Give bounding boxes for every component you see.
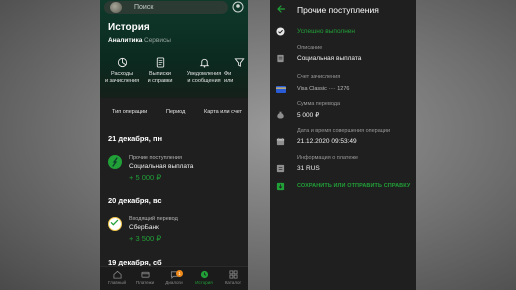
operation-details-screen: Прочие поступления Успешно выполнен Опис… xyxy=(270,0,416,290)
nav-catalog-label: Каталог xyxy=(224,280,242,285)
nav-payments[interactable]: Платежи xyxy=(131,270,159,285)
nav-payments-label: Платежи xyxy=(135,280,155,285)
transaction-name[interactable]: Социальная выплата xyxy=(129,163,193,170)
transaction-name[interactable]: СберБанк xyxy=(129,224,159,231)
transaction-category: Прочие поступления xyxy=(129,155,182,161)
nav-catalog[interactable]: Каталог xyxy=(219,270,247,285)
profile-icon[interactable] xyxy=(232,1,244,13)
document-icon xyxy=(277,54,284,63)
unread-badge: 1 xyxy=(176,270,183,277)
shortcut-filter-line1: Фи xyxy=(224,71,232,77)
shortcut-expenses-line2: и зачисления xyxy=(104,78,140,84)
check-circle-icon xyxy=(276,27,285,36)
status-text: Успешно выполнен xyxy=(297,28,356,35)
shortcut-expenses-line1: Расходы xyxy=(110,71,134,77)
transaction-icon xyxy=(108,217,122,231)
card-icon xyxy=(276,86,286,93)
filter-operation-type[interactable]: Тип операции xyxy=(112,109,147,115)
nav-dialogs-label: Диалоги xyxy=(165,280,183,285)
shortcut-filter[interactable]: Фи или xyxy=(224,57,248,85)
tab-analytics[interactable]: Аналитика xyxy=(108,37,142,44)
money-bag-icon xyxy=(277,111,284,119)
filter-period[interactable]: Период xyxy=(166,109,185,115)
shortcut-filter-line2: или xyxy=(224,78,234,84)
shortcut-statements[interactable]: Выписки и справки xyxy=(138,57,182,85)
field-label: Дата и время совершения операции xyxy=(297,128,391,134)
field-value[interactable]: Visa Classic ···· 1276 xyxy=(297,86,349,92)
download-icon[interactable] xyxy=(276,182,285,191)
field-label: Информация о платеже xyxy=(297,155,359,161)
filter-card-account[interactable]: Карта или счет xyxy=(204,109,242,115)
shortcut-statements-line1: Выписки xyxy=(149,71,171,77)
chart-circle-icon xyxy=(117,57,127,68)
nav-dialogs[interactable]: 1 Диалоги xyxy=(160,270,188,285)
sberbank-icon xyxy=(110,219,119,226)
info-icon xyxy=(276,164,285,173)
save-or-send-button[interactable]: СОХРАНИТЬ ИЛИ ОТПРАВИТЬ СПРАВКУ xyxy=(297,183,410,189)
document-icon xyxy=(156,57,164,68)
bell-icon xyxy=(199,58,209,68)
field-label: Сумма перевода xyxy=(297,101,341,107)
sparkle-icon xyxy=(112,157,118,167)
transaction-amount: + 5 000 ₽ xyxy=(129,173,162,182)
history-screen: Поиск История Аналитика Сервисы Расходы и… xyxy=(100,0,248,290)
nav-home-label: Главный xyxy=(108,280,126,285)
tab-services[interactable]: Сервисы xyxy=(144,37,171,44)
field-value: 21.12.2020 09:53:49 xyxy=(297,138,357,145)
home-icon xyxy=(112,270,122,279)
date-header: 20 декабря, вс xyxy=(108,196,162,205)
nav-history[interactable]: История xyxy=(190,270,218,285)
shortcut-notifications[interactable]: Уведомления и сообщения xyxy=(182,57,226,85)
transaction-category: Входящий перевод xyxy=(129,216,178,222)
search-bar[interactable]: Поиск xyxy=(104,1,228,14)
date-header: 21 декабря, пн xyxy=(108,134,163,143)
payments-icon xyxy=(140,271,150,278)
calendar-icon xyxy=(276,137,285,146)
field-value: Социальная выплата xyxy=(297,55,362,62)
nav-history-label: История xyxy=(195,280,213,285)
field-value: 5 000 ₽ xyxy=(297,112,320,119)
shortcut-notifications-line1: Уведомления xyxy=(186,71,222,77)
history-header: Поиск История Аналитика Сервисы Расходы и… xyxy=(100,0,248,98)
catalog-icon xyxy=(228,270,238,279)
search-placeholder: Поиск xyxy=(134,4,154,11)
nav-home[interactable]: Главный xyxy=(103,270,131,285)
clock-icon xyxy=(200,270,208,279)
page-title: История xyxy=(108,22,150,33)
transaction-icon xyxy=(108,155,122,169)
page-title: Прочие поступления xyxy=(297,5,379,15)
shortcut-notifications-line2: и сообщения xyxy=(187,78,221,84)
field-label: Счет зачисления xyxy=(297,74,341,80)
bottom-navigation: Главный Платежи 1 Диалоги История Катало… xyxy=(100,266,248,290)
shortcut-statements-line2: и справки xyxy=(147,78,173,84)
filter-icon xyxy=(233,58,245,67)
field-label: Описание xyxy=(297,45,323,51)
field-value: 31 RUS xyxy=(297,165,320,172)
transaction-amount: + 3 500 ₽ xyxy=(129,234,162,243)
back-arrow-icon[interactable] xyxy=(276,4,286,14)
avatar[interactable] xyxy=(110,2,122,13)
